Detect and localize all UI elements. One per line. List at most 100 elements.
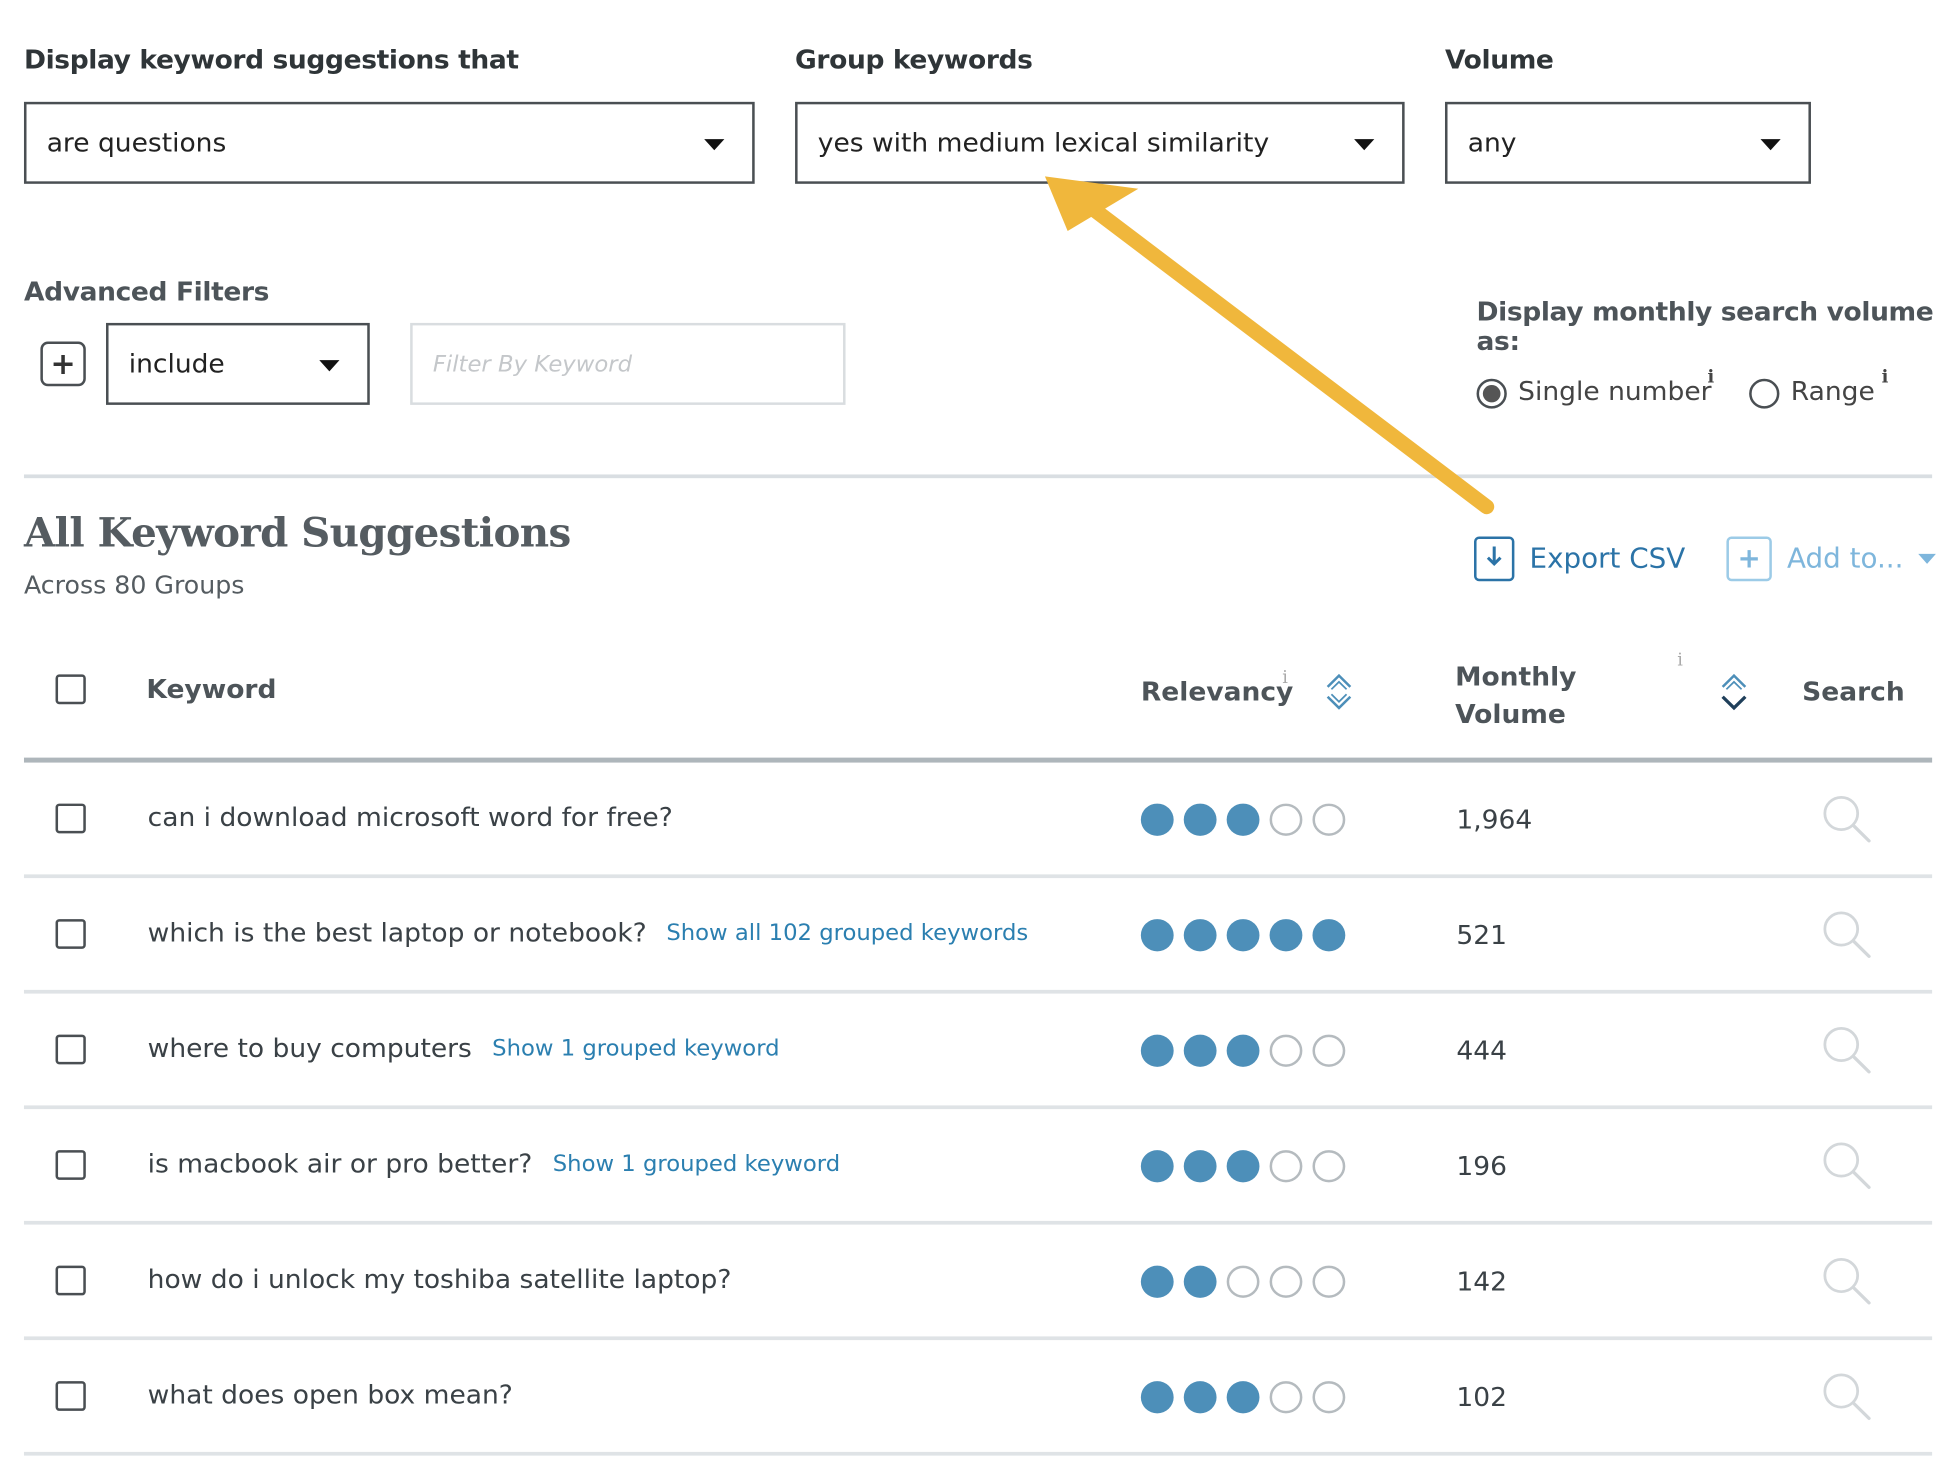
column-monthly-volume-line2: Volume — [1455, 699, 1566, 730]
plus-icon: + — [1726, 536, 1772, 582]
group-keywords-value: yes with medium lexical similarity — [817, 127, 1270, 158]
volume-filter-label: Volume — [1444, 44, 1554, 75]
search-icon[interactable] — [1820, 792, 1873, 849]
relevancy-dot-empty — [1312, 803, 1346, 836]
relevancy-dot-filled — [1140, 1150, 1174, 1183]
column-monthly-volume[interactable]: Monthly Volume — [1455, 658, 1576, 733]
chevron-down-icon — [1918, 553, 1937, 564]
relevancy-dot-empty — [1269, 803, 1303, 836]
relevancy-rating — [1140, 1150, 1346, 1183]
relevancy-dot-empty — [1312, 1150, 1346, 1183]
relevancy-dot-filled — [1140, 1381, 1174, 1414]
search-icon[interactable] — [1820, 1139, 1873, 1196]
relevancy-dot-empty — [1269, 1034, 1303, 1067]
relevancy-dot-filled — [1226, 919, 1260, 952]
info-icon[interactable]: i — [1882, 368, 1889, 388]
monthly-volume-value: 521 — [1456, 920, 1507, 951]
relevancy-dot-empty — [1269, 1381, 1303, 1414]
table-row: where to buy computers Show 1 grouped key… — [0, 994, 1950, 1110]
relevancy-dot-filled — [1140, 1265, 1174, 1298]
relevancy-dot-filled — [1183, 1381, 1217, 1414]
relevancy-dot-empty — [1312, 1034, 1346, 1067]
search-icon[interactable] — [1820, 1023, 1873, 1080]
add-filter-button[interactable]: + — [40, 341, 86, 387]
relevancy-dot-filled — [1183, 919, 1217, 952]
dropdown-caret-icon — [1760, 139, 1781, 151]
page-title: All Keyword Suggestions — [23, 509, 571, 557]
search-icon[interactable] — [1820, 1254, 1873, 1311]
row-checkbox[interactable] — [55, 1381, 86, 1411]
export-csv-label: Export CSV — [1529, 543, 1686, 575]
relevancy-dot-filled — [1226, 1034, 1260, 1067]
display-filter-value: are questions — [46, 127, 227, 158]
keyword-text: what does open box mean? — [147, 1379, 513, 1410]
relevancy-dot-filled — [1269, 919, 1303, 952]
select-all-checkbox[interactable] — [55, 674, 86, 705]
dropdown-caret-icon — [1354, 139, 1375, 151]
monthly-volume-value: 142 — [1456, 1266, 1507, 1297]
group-keywords-select[interactable]: yes with medium lexical similarity — [795, 101, 1405, 184]
row-checkbox[interactable] — [55, 803, 86, 834]
advanced-filters-label: Advanced Filters — [23, 276, 270, 307]
table-row: which is the best laptop or notebook? Sho… — [0, 878, 1950, 994]
filter-mode-select[interactable]: include — [106, 322, 370, 405]
volume-filter-select[interactable]: any — [1444, 101, 1811, 184]
show-grouped-keywords-link[interactable]: Show 1 grouped keyword — [553, 1151, 840, 1177]
row-checkbox[interactable] — [55, 1265, 86, 1296]
relevancy-dot-empty — [1269, 1150, 1303, 1183]
info-icon[interactable]: i — [1282, 668, 1288, 688]
relevancy-dot-filled — [1226, 803, 1260, 836]
relevancy-dot-filled — [1140, 1034, 1174, 1067]
dropdown-caret-icon — [319, 360, 340, 372]
add-to-label: Add to... — [1786, 543, 1904, 575]
radio-single-number[interactable] — [1476, 378, 1507, 409]
show-grouped-keywords-link[interactable]: Show all 102 grouped keywords — [666, 920, 1028, 946]
filter-keyword-input[interactable] — [410, 322, 846, 405]
search-icon[interactable] — [1820, 1370, 1873, 1427]
table-row: what does open box mean? 102 — [0, 1340, 1950, 1456]
radio-range-label[interactable]: Range — [1791, 376, 1875, 406]
filter-mode-value: include — [128, 349, 225, 379]
volume-filter-value: any — [1467, 127, 1517, 158]
monthly-volume-value: 196 — [1456, 1151, 1507, 1182]
radio-single-number-label[interactable]: Single number — [1518, 376, 1711, 406]
display-filter-select[interactable]: are questions — [23, 101, 755, 184]
relevancy-rating — [1140, 1034, 1346, 1067]
relevancy-dot-filled — [1140, 803, 1174, 836]
radio-range[interactable] — [1749, 378, 1780, 409]
sort-icon[interactable] — [1720, 672, 1748, 717]
search-icon[interactable] — [1820, 908, 1873, 965]
display-filter-label: Display keyword suggestions that — [23, 44, 519, 75]
volume-display-label: Display monthly search volume as: — [1476, 296, 1934, 357]
relevancy-dot-filled — [1183, 1265, 1217, 1298]
row-checkbox[interactable] — [55, 919, 86, 949]
relevancy-dot-filled — [1226, 1150, 1260, 1183]
show-grouped-keywords-link[interactable]: Show 1 grouped keyword — [492, 1036, 779, 1062]
export-csv-button[interactable]: Export CSV — [1474, 536, 1686, 582]
group-keywords-label: Group keywords — [795, 44, 1033, 75]
relevancy-dot-filled — [1183, 803, 1217, 836]
column-monthly-volume-line1: Monthly — [1455, 661, 1577, 692]
relevancy-dot-empty — [1226, 1265, 1260, 1298]
monthly-volume-value: 102 — [1456, 1382, 1507, 1413]
row-divider — [23, 1451, 1933, 1456]
info-icon[interactable]: i — [1677, 651, 1683, 671]
row-checkbox[interactable] — [55, 1150, 86, 1180]
monthly-volume-value: 444 — [1456, 1035, 1507, 1066]
column-relevancy[interactable]: Relevancy — [1141, 677, 1293, 707]
relevancy-dot-filled — [1226, 1381, 1260, 1414]
keyword-text: where to buy computers — [147, 1033, 472, 1064]
sort-icon[interactable] — [1325, 672, 1353, 717]
group-count: Across 80 Groups — [23, 570, 245, 600]
relevancy-dot-filled — [1183, 1034, 1217, 1067]
table-row: can i download microsoft word for free? 1… — [0, 763, 1950, 879]
row-checkbox[interactable] — [55, 1034, 86, 1065]
export-file-icon — [1474, 536, 1515, 582]
info-icon[interactable]: i — [1707, 368, 1714, 388]
relevancy-dot-empty — [1269, 1265, 1303, 1298]
relevancy-dot-filled — [1183, 1150, 1217, 1183]
relevancy-rating — [1140, 919, 1346, 952]
relevancy-rating — [1140, 1381, 1346, 1414]
column-keyword[interactable]: Keyword — [146, 674, 276, 704]
add-to-button[interactable]: + Add to... — [1726, 536, 1937, 582]
